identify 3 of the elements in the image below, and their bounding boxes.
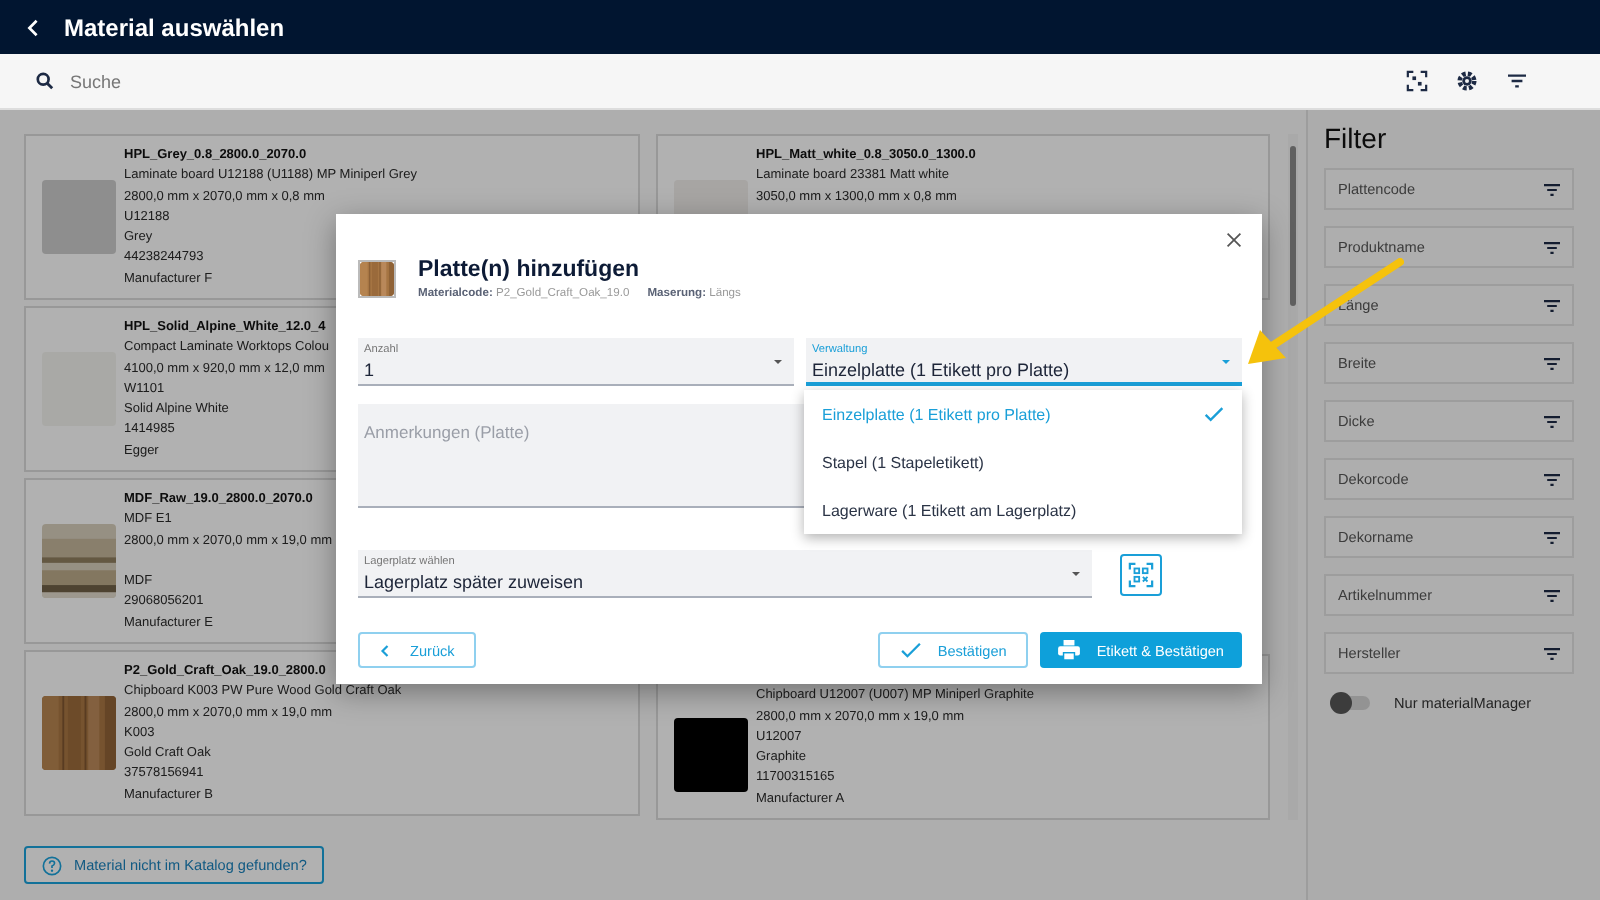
dialog-title: Platte(n) hinzufügen (418, 258, 642, 282)
filter-heading: Filter (1324, 122, 1389, 154)
page-title: Material auswählen (64, 13, 285, 41)
